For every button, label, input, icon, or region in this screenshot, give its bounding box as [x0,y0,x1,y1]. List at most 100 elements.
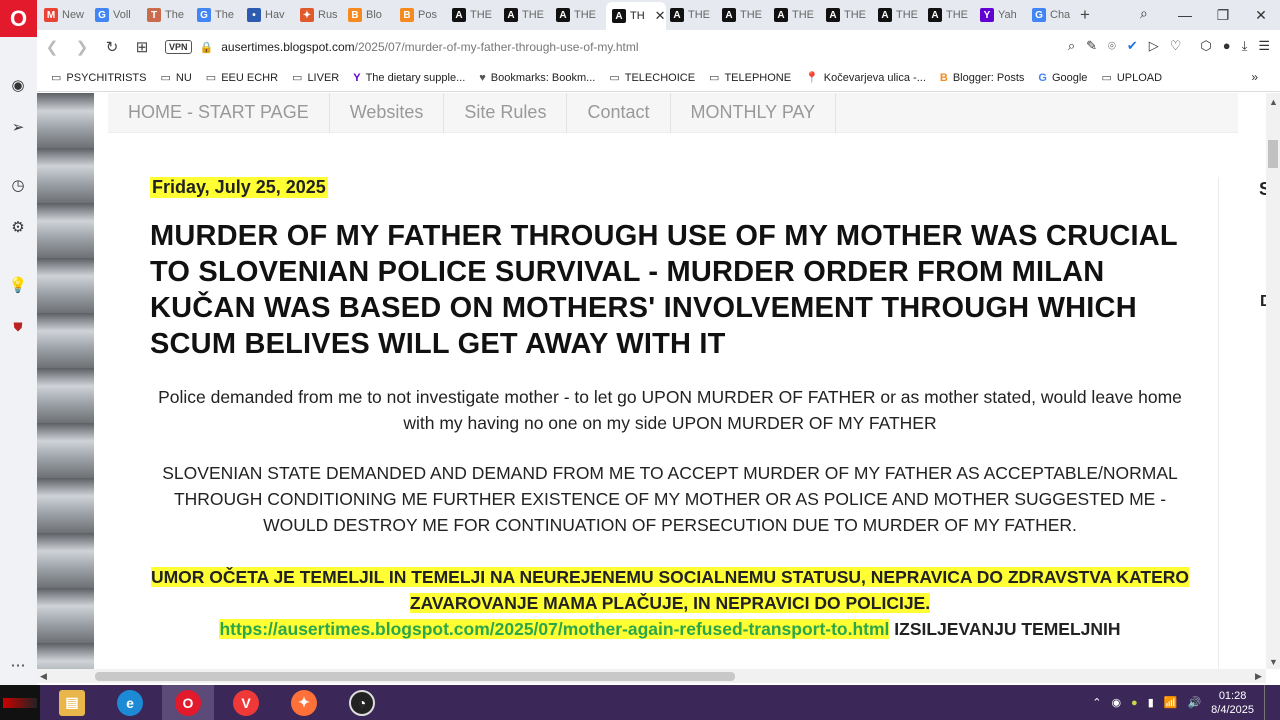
browser-tab[interactable]: B Pos [400,4,446,26]
blog-nav-item[interactable]: MONTHLY PAY [671,93,837,133]
more-icon[interactable]: ⋯ [8,655,28,675]
speed-dial-icon[interactable]: ◉ [8,75,28,95]
tab-favicon-icon: B [400,8,414,22]
vivaldi-icon[interactable]: V [220,685,272,720]
lock-icon[interactable]: 🔒 [200,41,214,54]
scroll-right-icon[interactable]: ▶ [1255,671,1262,682]
bookmark-item[interactable]: G Google [1038,72,1087,84]
blog-nav-item[interactable]: Site Rules [444,93,568,133]
window-controls: — ❐ ✕ [1166,0,1280,30]
browser-tab[interactable]: G Cha [1032,4,1078,26]
scroll-down-icon[interactable]: ▼ [1269,657,1278,667]
tab-label: THE [946,9,968,21]
bookmarks-overflow-icon[interactable]: » [1251,70,1258,84]
obs-icon[interactable]: ◔ [336,685,388,720]
download-icon[interactable]: ⤓ [1242,38,1248,54]
bookmark-item[interactable]: ▭ UPLOAD [1101,71,1162,85]
bookmark-item[interactable]: Y The dietary supple... [353,72,465,84]
tab-label: The [215,9,234,21]
bookmark-item[interactable]: ▭ LIVER [292,71,339,85]
browser-tab[interactable]: A TH ✕ [606,2,666,30]
edge-icon[interactable]: e [104,685,156,720]
horizontal-scroll-thumb[interactable] [95,672,735,681]
close-tab-icon[interactable]: ✕ [655,8,666,24]
search-tabs-icon[interactable]: ⌕ [1140,5,1148,22]
browser-tab[interactable]: A THE [722,4,768,26]
tray-app-icon[interactable]: ● [1131,697,1138,709]
browser-tab[interactable]: A THE [556,4,602,26]
heart-icon[interactable]: ♡ [1170,38,1182,54]
vertical-scrollbar[interactable] [1266,93,1280,669]
restore-icon[interactable]: ❐ [1204,0,1242,30]
new-tab-button[interactable]: + [1080,5,1090,25]
volume-icon[interactable]: 🔊 [1187,696,1201,709]
bookmark-item[interactable]: 📍 Kočevarjeva ulica -... [805,71,926,85]
minimize-icon[interactable]: — [1166,0,1204,30]
browser-tab[interactable]: B Blo [348,4,394,26]
browser-tab[interactable]: M New [44,4,90,26]
tray-expand-icon[interactable]: ⌃ [1092,696,1101,709]
browser-tab[interactable]: A THE [774,4,820,26]
menu-icon[interactable]: ☰ [1258,38,1270,54]
browser-tab[interactable]: ✦ Rus [300,4,346,26]
url-field[interactable]: ausertimes.blogspot.com/2025/07/murder-o… [221,40,638,54]
browser-tab[interactable]: T The [147,4,193,26]
blog-nav-item[interactable]: HOME - START PAGE [108,93,330,133]
tray-device-icon[interactable]: ▮ [1148,696,1154,709]
vertical-scroll-thumb[interactable] [1268,140,1278,168]
edit-icon[interactable]: ✎ [1086,38,1097,54]
lightbulb-icon[interactable]: 💡 [8,275,28,295]
blog-nav-item[interactable]: Websites [330,93,445,133]
cube-icon[interactable]: ⬡ [1200,38,1211,54]
browser-tab[interactable]: A THE [504,4,550,26]
browser-tab[interactable]: A THE [670,4,716,26]
history-icon[interactable]: ◷ [8,175,28,195]
browser-tab[interactable]: A THE [826,4,872,26]
browser-tab[interactable]: A THE [928,4,974,26]
browser-tab[interactable]: • Hav [247,4,293,26]
close-window-icon[interactable]: ✕ [1242,0,1280,30]
bookmark-item[interactable]: ▭ TELEPHONE [709,71,791,85]
browser-tab[interactable]: G Voll [95,4,141,26]
shield-check-icon[interactable]: ✔ [1127,38,1138,54]
notifications-icon[interactable] [1264,685,1268,720]
start-icon[interactable] [0,685,40,720]
avatar-icon[interactable]: ● [1223,38,1231,54]
file-explorer-icon[interactable]: ▤ [46,685,98,720]
tab-favicon-icon: G [95,8,109,22]
browser-tab[interactable]: Y Yah [980,4,1026,26]
bookmark-item[interactable]: B Blogger: Posts [940,72,1025,84]
bookmark-item[interactable]: ▭ TELECHOICE [609,71,695,85]
back-icon[interactable]: ❮ [37,38,67,56]
tab-label: Blo [366,9,382,21]
scroll-up-icon[interactable]: ▲ [1269,97,1278,107]
opera-logo-icon[interactable]: O [0,0,37,37]
reload-icon[interactable]: ↻ [97,38,127,56]
ublock-icon[interactable]: ⛊ [8,317,28,337]
tab-favicon-icon: A [774,8,788,22]
network-icon[interactable]: 📶 [1164,696,1178,709]
browser-tab[interactable]: A THE [878,4,924,26]
play-icon[interactable]: ▷ [1149,38,1159,54]
browser-tab[interactable]: G The [197,4,243,26]
opera-taskbar-icon[interactable]: O [162,685,214,720]
zoom-icon[interactable]: ⌕ [1068,38,1075,54]
bookmark-item[interactable]: ▭ NU [160,71,191,85]
settings-icon[interactable]: ⚙ [8,217,28,237]
browser-tab[interactable]: A THE [452,4,498,26]
vpn-badge[interactable]: VPN [165,40,192,54]
bookmark-label: Bookmarks: Bookm... [490,71,596,84]
bookmark-item[interactable]: ▭ PSYCHITRISTS [51,71,146,85]
tray-app-icon[interactable]: ◉ [1111,696,1121,709]
tab-overview-icon[interactable]: ⊞ [127,38,157,56]
firefox-icon[interactable]: ✦ [278,685,330,720]
camera-icon[interactable]: ⌾ [1108,38,1116,54]
clock[interactable]: 01:28 8/4/2025 [1211,689,1254,717]
bookmark-item[interactable]: ▭ EEU ECHR [206,71,278,85]
blog-nav-item[interactable]: Contact [567,93,671,133]
forward-icon[interactable]: ❯ [67,38,97,56]
send-icon[interactable]: ➢ [8,117,28,137]
post-link[interactable]: https://ausertimes.blogspot.com/2025/07/… [219,619,890,639]
scroll-left-icon[interactable]: ◀ [40,671,47,682]
bookmark-item[interactable]: ♥ Bookmarks: Bookm... [479,72,595,84]
